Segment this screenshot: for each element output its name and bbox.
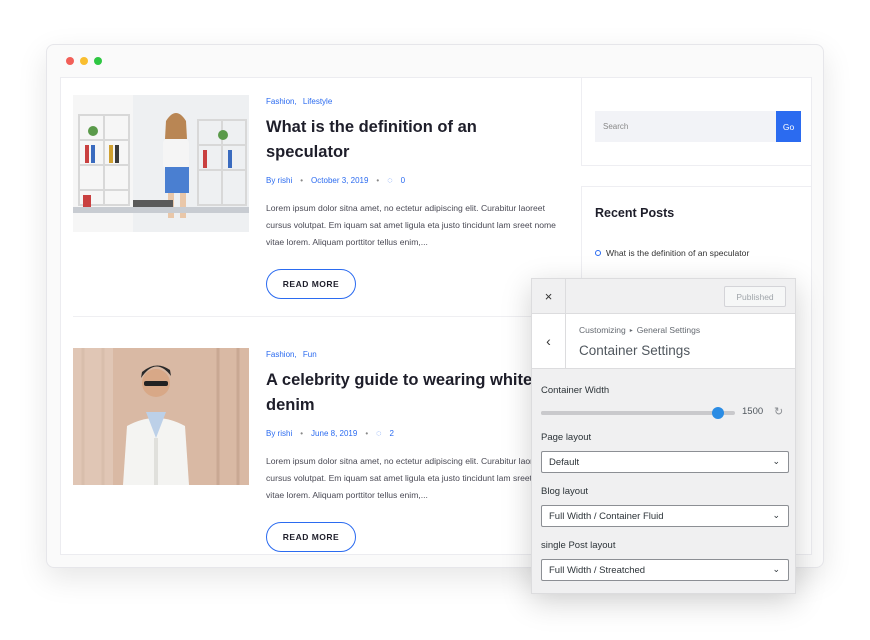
blog-post: Fashion, Lifestyle What is the definitio… bbox=[61, 95, 581, 325]
post-date[interactable]: October 3, 2019 bbox=[311, 176, 368, 185]
circle-bullet-icon bbox=[595, 250, 601, 256]
search-input[interactable]: Search bbox=[595, 111, 776, 142]
comment-icon: ◌ bbox=[387, 175, 393, 185]
read-more-button[interactable]: READ MORE bbox=[266, 522, 356, 552]
post-meta: By rishi • June 8, 2019 • ◌ 2 bbox=[266, 428, 566, 438]
post-categories: Fashion, Lifestyle bbox=[266, 97, 566, 106]
breadcrumb-item: General Settings bbox=[636, 325, 701, 335]
post-excerpt: Lorem ipsum dolor sitna amet, no ectetur… bbox=[266, 456, 556, 500]
page-layout-label: Page layout bbox=[541, 432, 592, 443]
single-post-layout-label: single Post layout bbox=[541, 540, 616, 551]
read-more-button[interactable]: READ MORE bbox=[266, 269, 356, 299]
comment-count[interactable]: 2 bbox=[389, 429, 393, 438]
post-thumbnail[interactable] bbox=[73, 348, 249, 485]
slider-fill bbox=[541, 411, 718, 415]
container-width-slider[interactable] bbox=[541, 407, 735, 419]
chevron-down-icon: ⌄ bbox=[772, 456, 780, 466]
recent-post-item[interactable]: What is the definition of an speculator bbox=[595, 248, 749, 258]
post-body: Fashion, Fun A celebrity guide to wearin… bbox=[266, 350, 566, 552]
post-title[interactable]: A celebrity guide to wearing white denim bbox=[266, 368, 546, 418]
maximize-window-dot[interactable] bbox=[94, 57, 102, 65]
post-date[interactable]: June 8, 2019 bbox=[311, 429, 357, 438]
breadcrumb: Customizing ▸ General Settings bbox=[579, 325, 700, 335]
post-author[interactable]: By rishi bbox=[266, 429, 292, 438]
page-layout-select[interactable]: Default ⌄ bbox=[541, 451, 789, 473]
chevron-down-icon: ⌄ bbox=[772, 510, 780, 520]
post-author[interactable]: By rishi bbox=[266, 176, 292, 185]
category-link[interactable]: Lifestyle bbox=[303, 97, 332, 106]
category-link[interactable]: Fashion, bbox=[266, 350, 297, 359]
section-header: ‹ Customizing ▸ General Settings Contain… bbox=[532, 314, 795, 369]
section-title: Container Settings bbox=[579, 343, 691, 358]
breadcrumb-arrow-icon: ▸ bbox=[629, 327, 633, 334]
comment-count[interactable]: 0 bbox=[401, 176, 405, 185]
meta-separator: • bbox=[376, 175, 380, 185]
recent-posts-title: Recent Posts bbox=[595, 206, 675, 220]
man-portrait-image bbox=[73, 348, 249, 485]
slider-handle[interactable] bbox=[711, 407, 724, 419]
post-categories: Fashion, Fun bbox=[266, 350, 566, 359]
category-link[interactable]: Fashion, bbox=[266, 97, 297, 106]
close-window-dot[interactable] bbox=[66, 57, 74, 65]
container-width-label: Container Width bbox=[541, 385, 610, 396]
reset-icon[interactable]: ↻ bbox=[774, 405, 783, 418]
post-body: Fashion, Lifestyle What is the definitio… bbox=[266, 97, 566, 299]
post-divider bbox=[73, 316, 567, 317]
close-icon[interactable]: × bbox=[532, 279, 566, 314]
container-width-value: 1500 bbox=[742, 406, 764, 417]
customizer-toolbar: × Published bbox=[532, 279, 795, 314]
post-excerpt: Lorem ipsum dolor sitna amet, no ectetur… bbox=[266, 203, 556, 247]
page: Fashion, Lifestyle What is the definitio… bbox=[0, 0, 870, 640]
blog-layout-label: Blog layout bbox=[541, 486, 589, 497]
window-controls bbox=[66, 57, 102, 65]
single-post-layout-value: Full Width / Streatched bbox=[549, 564, 646, 576]
published-button[interactable]: Published bbox=[724, 286, 786, 307]
single-post-layout-select[interactable]: Full Width / Streatched ⌄ bbox=[541, 559, 789, 581]
blog-layout-value: Full Width / Container Fluid bbox=[549, 510, 664, 522]
search-button[interactable]: Go bbox=[776, 111, 801, 142]
post-title[interactable]: What is the definition of an speculator bbox=[266, 115, 546, 165]
minimize-window-dot[interactable] bbox=[80, 57, 88, 65]
breadcrumb-item: Customizing bbox=[579, 325, 626, 335]
page-layout-value: Default bbox=[549, 456, 580, 468]
chevron-down-icon: ⌄ bbox=[772, 564, 780, 574]
customizer-panel: × Published ‹ Customizing ▸ General Sett… bbox=[531, 278, 796, 594]
category-link[interactable]: Fun bbox=[303, 350, 317, 359]
post-meta: By rishi • October 3, 2019 • ◌ 0 bbox=[266, 175, 566, 185]
meta-separator: • bbox=[300, 175, 304, 185]
meta-separator: • bbox=[300, 428, 304, 438]
back-arrow-icon[interactable]: ‹ bbox=[532, 314, 566, 368]
meta-separator: • bbox=[365, 428, 369, 438]
blog-post: Fashion, Fun A celebrity guide to wearin… bbox=[61, 348, 581, 554]
comment-icon: ◌ bbox=[376, 428, 382, 438]
post-thumbnail[interactable] bbox=[73, 95, 249, 232]
office-woman-image bbox=[73, 95, 249, 232]
recent-post-link[interactable]: What is the definition of an speculator bbox=[606, 248, 749, 258]
blog-layout-select[interactable]: Full Width / Container Fluid ⌄ bbox=[541, 505, 789, 527]
